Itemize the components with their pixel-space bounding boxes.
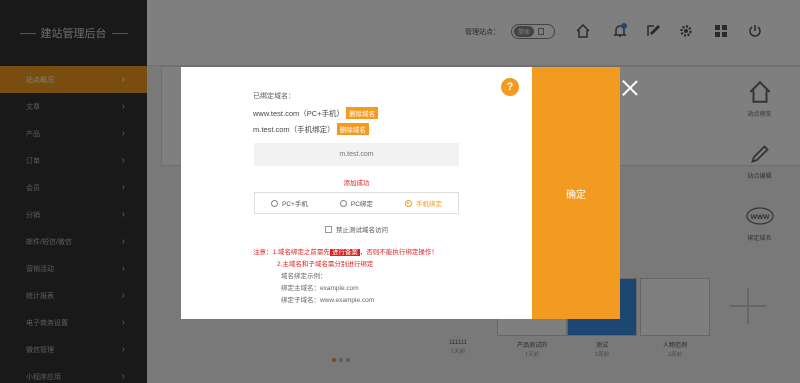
- block-test-domain-checkbox[interactable]: [325, 225, 332, 233]
- dialog-body: ? 已绑定域名： www.test.com（PC+手机） 删除域名 m.test…: [181, 67, 532, 319]
- success-message: 添加成功: [343, 180, 370, 187]
- delete-domain-button[interactable]: 删除域名: [336, 123, 369, 135]
- confirm-button[interactable]: 确定: [532, 67, 620, 319]
- bound-domains-title: 已绑定域名：: [253, 93, 295, 100]
- radio-dot: [339, 199, 347, 207]
- radio-label: PC+手机: [282, 201, 308, 208]
- checkbox-label: 禁止测试域名访问: [336, 227, 388, 234]
- radio-mobile[interactable]: 手机绑定: [404, 198, 442, 208]
- radio-pc[interactable]: PC绑定: [339, 198, 373, 208]
- example-main: 绑定主域名：example.com: [281, 285, 359, 292]
- radio-dot: [404, 199, 412, 207]
- notes: 注意：1.域名绑定之前需先 进行备案 ，否则不能执行绑定操作！ 2.主域名和子域名需…: [253, 247, 438, 307]
- bind-type-radio-group: PC+手机 PC绑定 手机绑定: [254, 192, 459, 214]
- bound-domain-row: m.test.com（手机绑定） 删除域名: [253, 123, 369, 135]
- block-test-domain-row: 禁止测试域名访问: [181, 224, 532, 234]
- note-line-1: 注意：1.域名绑定之前需先 进行备案 ，否则不能执行绑定操作！: [253, 247, 438, 259]
- bound-domain-text: m.test.com（手机绑定）: [253, 124, 335, 134]
- help-icon[interactable]: ?: [501, 78, 519, 96]
- radio-dot: [271, 199, 279, 207]
- note-tag: 进行备案: [329, 249, 360, 256]
- example-title: 域名绑定示例：: [281, 273, 327, 280]
- close-icon[interactable]: [621, 79, 639, 97]
- note-suffix: ，否则不能执行绑定操作！: [359, 249, 438, 256]
- delete-domain-button[interactable]: 删除域名: [346, 107, 379, 119]
- example-sub: 绑定子域名：www.example.com: [281, 297, 375, 304]
- radio-label: 手机绑定: [415, 201, 442, 208]
- bound-domain-row: www.test.com（PC+手机） 删除域名: [253, 107, 379, 119]
- domain-input[interactable]: [254, 143, 459, 166]
- note-line-2: 2.主域名和子域名需分别进行绑定: [277, 261, 374, 268]
- radio-pc-mobile[interactable]: PC+手机: [271, 198, 308, 208]
- radio-label: PC绑定: [350, 201, 373, 208]
- bound-domain-text: www.test.com（PC+手机）: [253, 108, 345, 118]
- note-prefix: 注意：1.域名绑定之前需先: [253, 249, 330, 256]
- bind-domain-dialog: ? 已绑定域名： www.test.com（PC+手机） 删除域名 m.test…: [181, 67, 620, 319]
